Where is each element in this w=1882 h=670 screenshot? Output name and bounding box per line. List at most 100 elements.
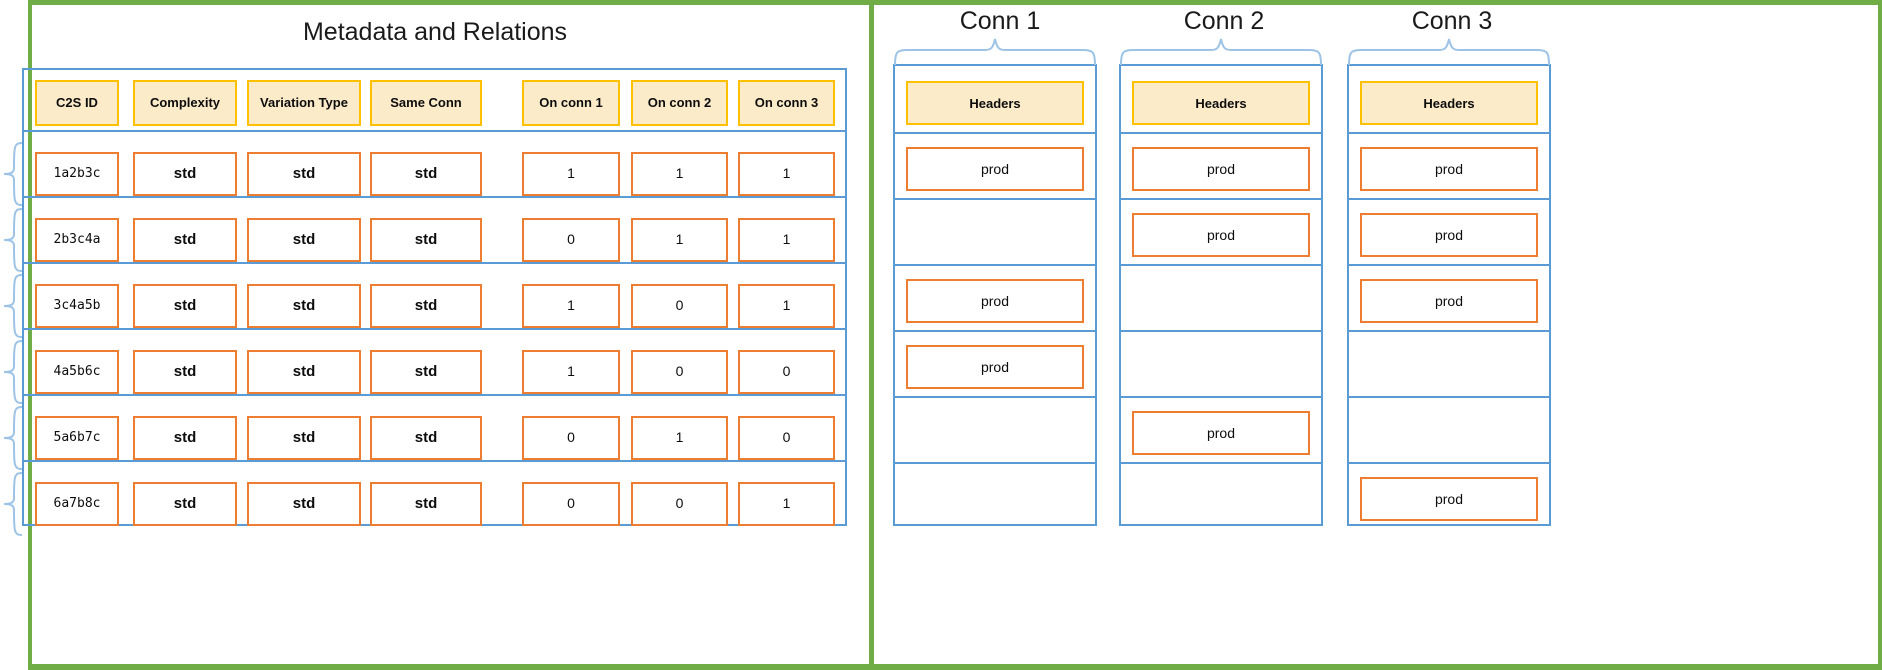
cell-on-conn-3: 1 <box>738 482 835 526</box>
table-row-separator <box>22 262 847 264</box>
conn1-prod-cell: prod <box>906 147 1084 191</box>
conn-row-separator <box>893 198 1097 200</box>
cell-on-conn-1: 0 <box>522 416 620 460</box>
cell-complexity: std <box>133 416 237 460</box>
table-row-separator <box>22 196 847 198</box>
row-brace <box>0 339 24 405</box>
cell-id: 3c4a5b <box>35 284 119 328</box>
conn-row-separator <box>1119 330 1323 332</box>
column-header-same-conn: Same Conn <box>370 80 482 126</box>
cell-same-conn: std <box>370 416 482 460</box>
cell-same-conn: std <box>370 284 482 328</box>
conn-row-separator <box>893 396 1097 398</box>
cell-on-conn-2: 1 <box>631 152 728 196</box>
column-header-variation-type: Variation Type <box>247 80 361 126</box>
cell-on-conn-3: 1 <box>738 152 835 196</box>
conn2-title: Conn 2 <box>1183 7 1265 35</box>
table-row-separator <box>22 460 847 462</box>
cell-on-conn-2: 1 <box>631 218 728 262</box>
cell-complexity: std <box>133 152 237 196</box>
conn-row-separator <box>893 330 1097 332</box>
cell-on-conn-1: 0 <box>522 218 620 262</box>
cell-variation-type: std <box>247 350 361 394</box>
cell-on-conn-1: 0 <box>522 482 620 526</box>
cell-complexity: std <box>133 482 237 526</box>
conn-row-separator <box>1119 132 1323 134</box>
table-row-separator <box>22 394 847 396</box>
diagram-canvas: Metadata and Relations Conn 1 Conn 2 Con… <box>0 0 1882 670</box>
row-brace <box>0 207 24 273</box>
conn1-title: Conn 1 <box>959 7 1041 35</box>
conn2-headers-cell: Headers <box>1132 81 1310 125</box>
cell-variation-type: std <box>247 152 361 196</box>
conn3-prod-cell: prod <box>1360 279 1538 323</box>
column-header-on-conn-2: On conn 2 <box>631 80 728 126</box>
cell-on-conn-1: 1 <box>522 152 620 196</box>
row-brace <box>0 405 24 471</box>
conn2-prod-cell: prod <box>1132 411 1310 455</box>
conn3-headers-cell: Headers <box>1360 81 1538 125</box>
conn-row-separator <box>1347 264 1551 266</box>
cell-variation-type: std <box>247 482 361 526</box>
row-brace <box>0 471 24 537</box>
column-header-c2s-id: C2S ID <box>35 80 119 126</box>
conn3-prod-cell: prod <box>1360 147 1538 191</box>
cell-id: 6a7b8c <box>35 482 119 526</box>
cell-same-conn: std <box>370 482 482 526</box>
cell-same-conn: std <box>370 152 482 196</box>
row-brace <box>0 273 24 339</box>
panel-divider <box>869 0 874 670</box>
row-brace <box>0 141 24 207</box>
conn3-prod-cell: prod <box>1360 213 1538 257</box>
conn-row-separator <box>893 264 1097 266</box>
cell-variation-type: std <box>247 284 361 328</box>
conn-row-separator <box>1119 198 1323 200</box>
conn-row-separator <box>893 462 1097 464</box>
cell-variation-type: std <box>247 416 361 460</box>
conn-row-separator <box>1119 396 1323 398</box>
cell-id: 5a6b7c <box>35 416 119 460</box>
cell-same-conn: std <box>370 218 482 262</box>
conn1-headers-cell: Headers <box>906 81 1084 125</box>
conn-row-separator <box>1347 396 1551 398</box>
cell-complexity: std <box>133 284 237 328</box>
conn1-prod-cell: prod <box>906 279 1084 323</box>
page-title: Metadata and Relations <box>302 18 568 46</box>
conn-row-separator <box>1347 198 1551 200</box>
cell-on-conn-2: 0 <box>631 350 728 394</box>
conn-row-separator <box>1119 462 1323 464</box>
conn2-prod-cell: prod <box>1132 213 1310 257</box>
cell-complexity: std <box>133 218 237 262</box>
cell-complexity: std <box>133 350 237 394</box>
cell-id: 1a2b3c <box>35 152 119 196</box>
cell-on-conn-3: 0 <box>738 350 835 394</box>
cell-on-conn-3: 0 <box>738 416 835 460</box>
cell-variation-type: std <box>247 218 361 262</box>
conn3-title: Conn 3 <box>1411 7 1493 35</box>
column-header-complexity: Complexity <box>133 80 237 126</box>
cell-on-conn-2: 0 <box>631 482 728 526</box>
cell-id: 2b3c4a <box>35 218 119 262</box>
conn1-prod-cell: prod <box>906 345 1084 389</box>
cell-same-conn: std <box>370 350 482 394</box>
cell-on-conn-1: 1 <box>522 350 620 394</box>
cell-on-conn-1: 1 <box>522 284 620 328</box>
conn-row-separator <box>1347 330 1551 332</box>
column-header-on-conn-3: On conn 3 <box>738 80 835 126</box>
conn3-prod-cell: prod <box>1360 477 1538 521</box>
cell-on-conn-3: 1 <box>738 218 835 262</box>
cell-on-conn-3: 1 <box>738 284 835 328</box>
cell-id: 4a5b6c <box>35 350 119 394</box>
conn-row-separator <box>1347 462 1551 464</box>
cell-on-conn-2: 0 <box>631 284 728 328</box>
conn1-brace <box>893 38 1097 66</box>
conn-row-separator <box>1119 264 1323 266</box>
conn2-prod-cell: prod <box>1132 147 1310 191</box>
conn-row-separator <box>1347 132 1551 134</box>
column-header-on-conn-1: On conn 1 <box>522 80 620 126</box>
conn3-brace <box>1347 38 1551 66</box>
conn2-brace <box>1119 38 1323 66</box>
cell-on-conn-2: 1 <box>631 416 728 460</box>
table-row-separator <box>22 328 847 330</box>
table-row-separator <box>22 130 847 132</box>
